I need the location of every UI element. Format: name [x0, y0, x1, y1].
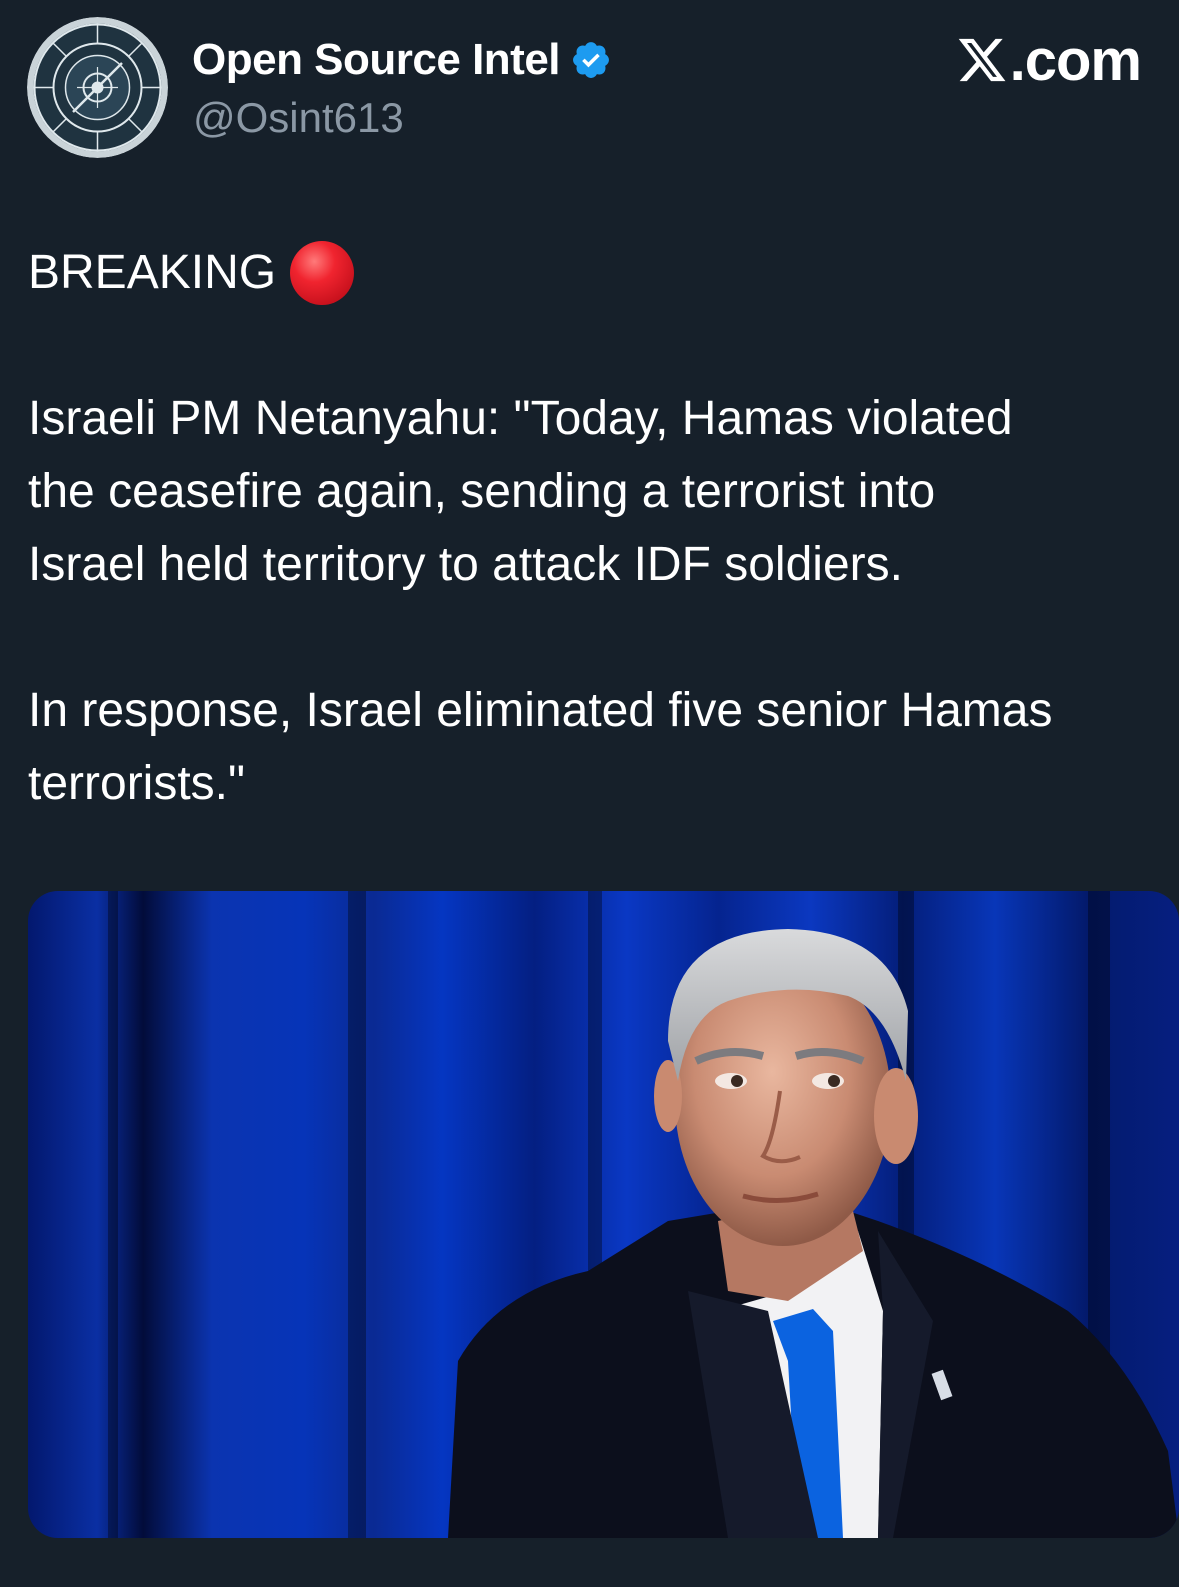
breaking-label: BREAKING: [28, 246, 277, 299]
tweet-line: the ceasefire again, sending a terrorist…: [28, 465, 936, 518]
osint-compass-logo: [27, 17, 168, 158]
verified-badge-icon: [573, 42, 609, 78]
author-name-row[interactable]: Open Source Intel: [192, 32, 612, 88]
profile-avatar[interactable]: [27, 17, 168, 158]
tweet-line-breaking: BREAKING: [28, 236, 1178, 309]
red-circle-icon: [290, 240, 355, 305]
tweet-line: terrorists.": [28, 757, 246, 810]
brand-domain-label: .com: [1009, 27, 1142, 93]
x-logo-icon: [958, 38, 1006, 82]
x-brand-watermark: .com: [956, 27, 1142, 93]
tweet-line: Israel held territory to attack IDF sold…: [28, 538, 903, 591]
tweet-line: Israeli PM Netanyahu: "Today, Hamas viol…: [28, 392, 1013, 445]
tweet-text: BREAKING Israeli PM Netanyahu: "Today, H…: [28, 236, 1178, 820]
tweet-line: In response, Israel eliminated five seni…: [28, 684, 1053, 737]
press-photo: [28, 891, 1179, 1538]
author-handle[interactable]: @Osint613: [193, 94, 404, 142]
tweet-media-image[interactable]: [28, 891, 1179, 1538]
author-display-name[interactable]: Open Source Intel: [192, 35, 561, 85]
